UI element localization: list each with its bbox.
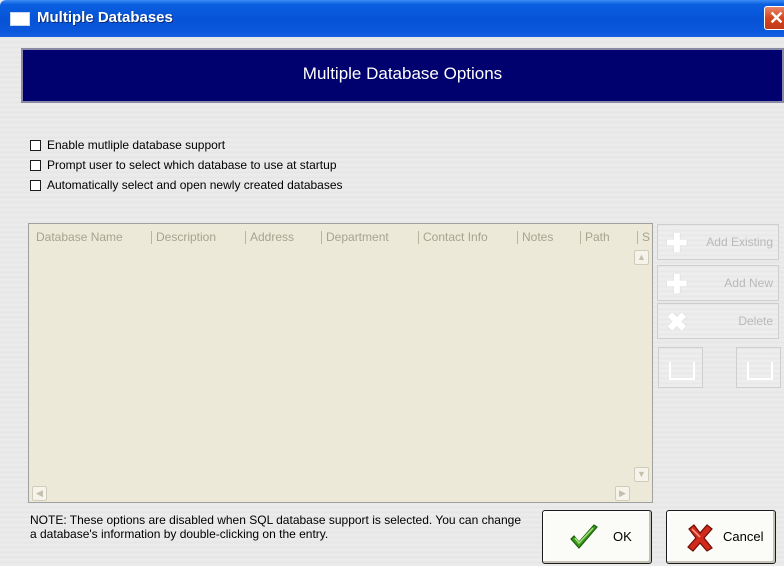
checkbox-label: Prompt user to select which database to … [47,158,337,172]
checkbox-label: Automatically select and open newly crea… [47,178,343,192]
add-existing-button[interactable]: ✚ Add Existing [657,224,779,260]
column-header-notes[interactable]: Notes [522,224,553,250]
horizontal-scrollbar[interactable]: ◀ ▶ [30,486,634,502]
add-existing-label: Add Existing [706,235,773,249]
banner-title: Multiple Database Options [302,64,503,83]
column-header-contact-info[interactable]: Contact Info [423,224,488,250]
cancel-label: Cancel [723,529,764,544]
checkbox-box[interactable] [30,160,41,171]
checkbox-box[interactable] [30,140,41,151]
blank-icon [747,362,773,380]
red-x-icon [687,524,713,552]
list-header: Database Name Description Address Depart… [29,224,652,250]
column-header-address[interactable]: Address [250,224,294,250]
checkbox-label: Enable mutliple database support [47,138,226,152]
ok-label: OK [613,529,632,544]
delete-label: Delete [738,314,773,328]
column-header-description[interactable]: Description [156,224,216,250]
delete-x-icon: ✖ [666,307,688,337]
checkbox-box[interactable] [30,180,41,191]
scroll-up-button[interactable]: ▲ [634,250,649,265]
close-button[interactable]: ✕ [764,6,784,30]
column-header-database-name[interactable]: Database Name [36,224,123,250]
blank-icon [669,362,695,380]
scroll-down-button[interactable]: ▼ [634,467,649,482]
scroll-left-button[interactable]: ◀ [32,486,47,501]
close-icon: ✕ [769,8,784,28]
vertical-scrollbar[interactable]: ▲ ▼ [634,246,651,489]
delete-button[interactable]: ✖ Delete [657,303,779,339]
note-text: NOTE: These options are disabled when SQ… [30,513,521,541]
ok-button[interactable]: OK [542,510,652,564]
window-icon [10,12,30,26]
plus-icon: ✚ [666,228,688,258]
add-new-button[interactable]: ✚ Add New [657,265,779,301]
column-header-department[interactable]: Department [326,224,389,250]
scroll-right-button[interactable]: ▶ [615,486,630,501]
window-title: Multiple Databases [37,9,173,26]
header-banner: Multiple Database Options [21,48,784,103]
multiple-databases-window: Multiple Databases ✕ Multiple Database O… [0,0,784,566]
title-bar: Multiple Databases ✕ [0,0,784,37]
column-header-path[interactable]: Path [585,224,610,250]
move-down-button[interactable] [736,347,781,388]
plus-icon: ✚ [666,269,688,299]
checkmark-icon [570,524,598,549]
move-up-button[interactable] [658,347,703,388]
cancel-button[interactable]: Cancel [666,510,776,564]
database-list[interactable]: Database Name Description Address Depart… [28,223,653,503]
add-new-label: Add New [724,276,773,290]
